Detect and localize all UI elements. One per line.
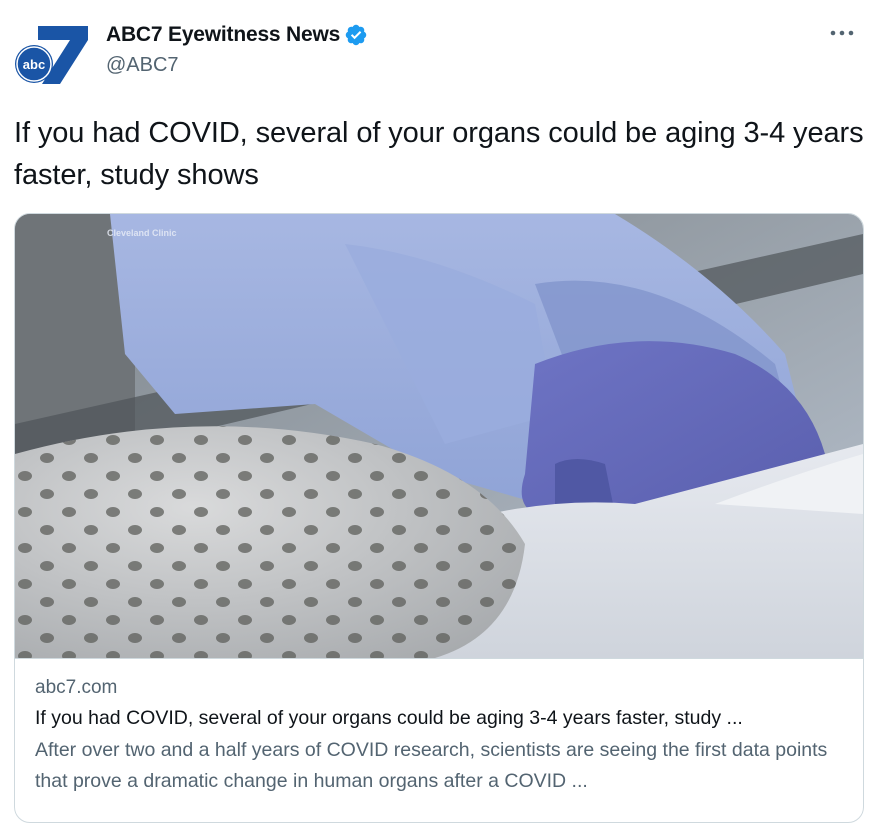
handle[interactable]: @ABC7 xyxy=(106,54,368,77)
card-body: abc7.com If you had COVID, several of yo… xyxy=(35,674,847,797)
author-info: ABC7 Eyewitness News @ABC7 xyxy=(106,20,368,77)
more-horizontal-icon xyxy=(830,30,854,36)
tweet-text: If you had COVID, several of your organs… xyxy=(14,117,864,191)
card-image: Cleveland Clinic xyxy=(15,214,863,658)
card-title: If you had COVID, several of your organs… xyxy=(35,707,743,729)
display-name-row: ABC7 Eyewitness News xyxy=(106,20,368,50)
tweet-header: abc ABC7 Eyewitness News @ABC7 xyxy=(14,14,864,94)
verified-badge-icon xyxy=(345,24,367,46)
more-options-button[interactable] xyxy=(824,18,860,48)
tweet: abc ABC7 Eyewitness News @ABC7 If you ha… xyxy=(0,0,878,836)
card-description: After over two and a half years of COVID… xyxy=(35,739,828,792)
card-divider xyxy=(15,658,863,659)
image-watermark: Cleveland Clinic xyxy=(107,228,177,238)
link-card[interactable]: Cleveland Clinic abc7.com If you had COV… xyxy=(14,213,864,823)
avatar[interactable]: abc xyxy=(14,20,90,96)
display-name[interactable]: ABC7 Eyewitness News xyxy=(106,23,340,47)
logo-text: abc xyxy=(23,57,45,72)
card-domain: abc7.com xyxy=(35,677,118,698)
